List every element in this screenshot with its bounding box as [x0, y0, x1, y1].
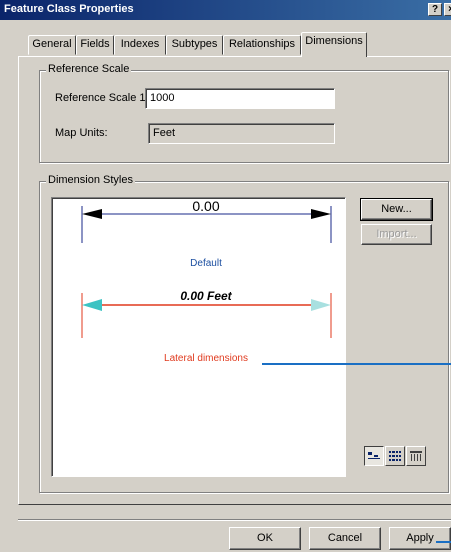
tab-dimensions[interactable]: Dimensions	[301, 32, 367, 57]
callout-overlay	[262, 363, 451, 543]
